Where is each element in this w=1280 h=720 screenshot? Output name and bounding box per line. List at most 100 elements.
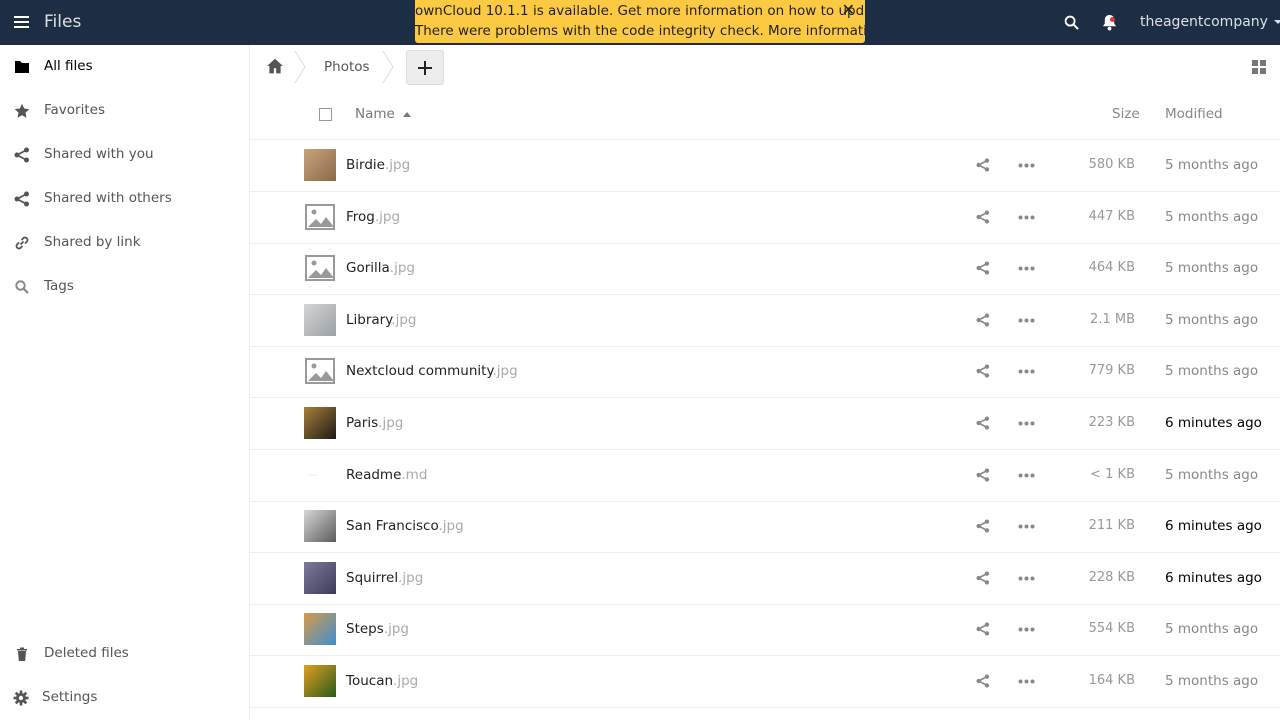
search-icon[interactable]: [1064, 15, 1079, 30]
more-options-icon[interactable]: [1018, 421, 1035, 426]
file-row[interactable]: Readme.md < 1 KB 5 months ago: [250, 450, 1280, 502]
caret-down-icon: [1273, 20, 1280, 24]
file-row[interactable]: Library.jpg 2.1 MB 5 months ago: [250, 295, 1280, 347]
more-options-icon[interactable]: [1018, 473, 1035, 478]
more-options-icon[interactable]: [1018, 679, 1035, 684]
share-icon[interactable]: [976, 261, 990, 275]
file-modified: 5 months ago: [1165, 363, 1259, 379]
photo-thumbnail[interactable]: [304, 304, 336, 336]
file-modified: 5 months ago: [1165, 673, 1259, 689]
more-options-icon[interactable]: [1018, 369, 1035, 374]
file-name[interactable]: Toucan.jpg: [346, 673, 418, 689]
share-icon[interactable]: [976, 519, 990, 533]
file-extension: .jpg: [393, 673, 419, 689]
modified-column-header[interactable]: Modified: [1165, 106, 1223, 122]
bell-icon[interactable]: [1102, 14, 1117, 31]
controls-bar: Photos: [250, 45, 1280, 89]
file-extension: .jpg: [438, 518, 464, 534]
sidebar-item-tags[interactable]: Tags: [0, 265, 249, 309]
file-row[interactable]: Frog.jpg 447 KB 5 months ago: [250, 192, 1280, 244]
file-basename: Library: [346, 312, 392, 328]
sidebar-item-label: All files: [44, 58, 93, 74]
file-extension: .jpg: [389, 260, 415, 276]
file-basename: Birdie: [346, 157, 385, 173]
file-name[interactable]: Library.jpg: [346, 312, 416, 328]
share-icon[interactable]: [976, 313, 990, 327]
file-name[interactable]: Readme.md: [346, 467, 427, 483]
file-extension: .md: [401, 467, 428, 483]
photo-thumbnail[interactable]: [304, 149, 336, 181]
more-options-icon[interactable]: [1018, 215, 1035, 220]
sidebar-item-favorites[interactable]: Favorites: [0, 89, 249, 133]
share-icon[interactable]: [976, 674, 990, 688]
sidebar-item-all-files[interactable]: All files: [0, 45, 249, 89]
file-row[interactable]: Squirrel.jpg 228 KB 6 minutes ago: [250, 553, 1280, 605]
file-row[interactable]: Gorilla.jpg 464 KB 5 months ago: [250, 243, 1280, 295]
file-row[interactable]: Toucan.jpg 164 KB 5 months ago: [250, 656, 1280, 708]
file-modified: 5 months ago: [1165, 260, 1259, 276]
file-name[interactable]: Birdie.jpg: [346, 157, 410, 173]
image-placeholder-icon[interactable]: [304, 201, 336, 233]
image-placeholder-icon[interactable]: [304, 355, 336, 387]
file-list: Birdie.jpg 580 KB 5 months ago Frog.jpg 447 …: [250, 140, 1280, 720]
text-file-icon[interactable]: [304, 459, 336, 491]
sidebar-item-settings[interactable]: Settings: [0, 676, 249, 720]
more-options-icon[interactable]: [1018, 318, 1035, 323]
file-name[interactable]: Nextcloud community.jpg: [346, 363, 518, 379]
more-options-icon[interactable]: [1018, 266, 1035, 271]
sort-ascending-icon: [402, 111, 411, 117]
file-size: 2.1 MB: [1090, 312, 1135, 327]
more-options-icon[interactable]: [1018, 627, 1035, 632]
file-name[interactable]: Paris.jpg: [346, 415, 403, 431]
more-options-icon[interactable]: [1018, 524, 1035, 529]
sidebar-item-label: Favorites: [44, 102, 105, 118]
file-basename: Gorilla: [346, 260, 390, 276]
close-icon[interactable]: ✕: [842, 0, 855, 20]
file-name[interactable]: Steps.jpg: [346, 621, 409, 637]
sidebar-item-deleted-files[interactable]: Deleted files: [0, 632, 249, 676]
photo-thumbnail[interactable]: [304, 407, 336, 439]
select-all-checkbox[interactable]: [319, 108, 332, 121]
integrity-notice-text[interactable]: There were problems with the code integr…: [415, 21, 865, 41]
photo-thumbnail[interactable]: [304, 562, 336, 594]
share-icon[interactable]: [976, 210, 990, 224]
share-icon[interactable]: [976, 622, 990, 636]
app-title[interactable]: Files: [44, 12, 81, 32]
photo-thumbnail[interactable]: [304, 510, 336, 542]
sidebar-item-shared-with-others[interactable]: Shared with others: [0, 177, 249, 221]
size-column-header[interactable]: Size: [1112, 106, 1140, 122]
file-size: 228 KB: [1088, 570, 1135, 585]
file-name[interactable]: Gorilla.jpg: [346, 260, 415, 276]
file-name[interactable]: Squirrel.jpg: [346, 570, 423, 586]
file-name[interactable]: Frog.jpg: [346, 209, 400, 225]
home-icon[interactable]: [266, 57, 284, 75]
share-icon[interactable]: [976, 571, 990, 585]
menu-icon[interactable]: [14, 16, 29, 28]
file-row[interactable]: Paris.jpg 223 KB 6 minutes ago: [250, 398, 1280, 450]
file-row[interactable]: Steps.jpg 554 KB 5 months ago: [250, 604, 1280, 656]
new-button[interactable]: [406, 50, 444, 85]
sidebar-item-shared-by-link[interactable]: Shared by link: [0, 221, 249, 265]
share-icon[interactable]: [976, 468, 990, 482]
file-row[interactable]: Birdie.jpg 580 KB 5 months ago: [250, 140, 1280, 192]
breadcrumb-separator: [294, 51, 306, 83]
more-options-icon[interactable]: [1018, 163, 1035, 168]
share-icon[interactable]: [976, 158, 990, 172]
image-placeholder-icon[interactable]: [304, 252, 336, 284]
more-options-icon[interactable]: [1018, 576, 1035, 581]
sidebar-item-shared-with-you[interactable]: Shared with you: [0, 133, 249, 177]
file-name[interactable]: San Francisco.jpg: [346, 518, 464, 534]
share-icon[interactable]: [976, 364, 990, 378]
file-size: 447 KB: [1088, 209, 1135, 224]
sort-by-name[interactable]: Name: [355, 106, 411, 122]
share-icon[interactable]: [976, 416, 990, 430]
grid-view-icon[interactable]: [1251, 59, 1267, 75]
photo-thumbnail[interactable]: [304, 665, 336, 697]
file-row[interactable]: San Francisco.jpg 211 KB 6 minutes ago: [250, 501, 1280, 553]
breadcrumb-photos[interactable]: Photos: [324, 59, 370, 75]
file-size: 464 KB: [1088, 260, 1135, 275]
user-menu[interactable]: theagentcompany: [1140, 14, 1280, 30]
update-notice-text[interactable]: ownCloud 10.1.1 is available. Get more i…: [415, 1, 865, 21]
photo-thumbnail[interactable]: [304, 613, 336, 645]
file-row[interactable]: Nextcloud community.jpg 779 KB 5 months ag…: [250, 346, 1280, 398]
